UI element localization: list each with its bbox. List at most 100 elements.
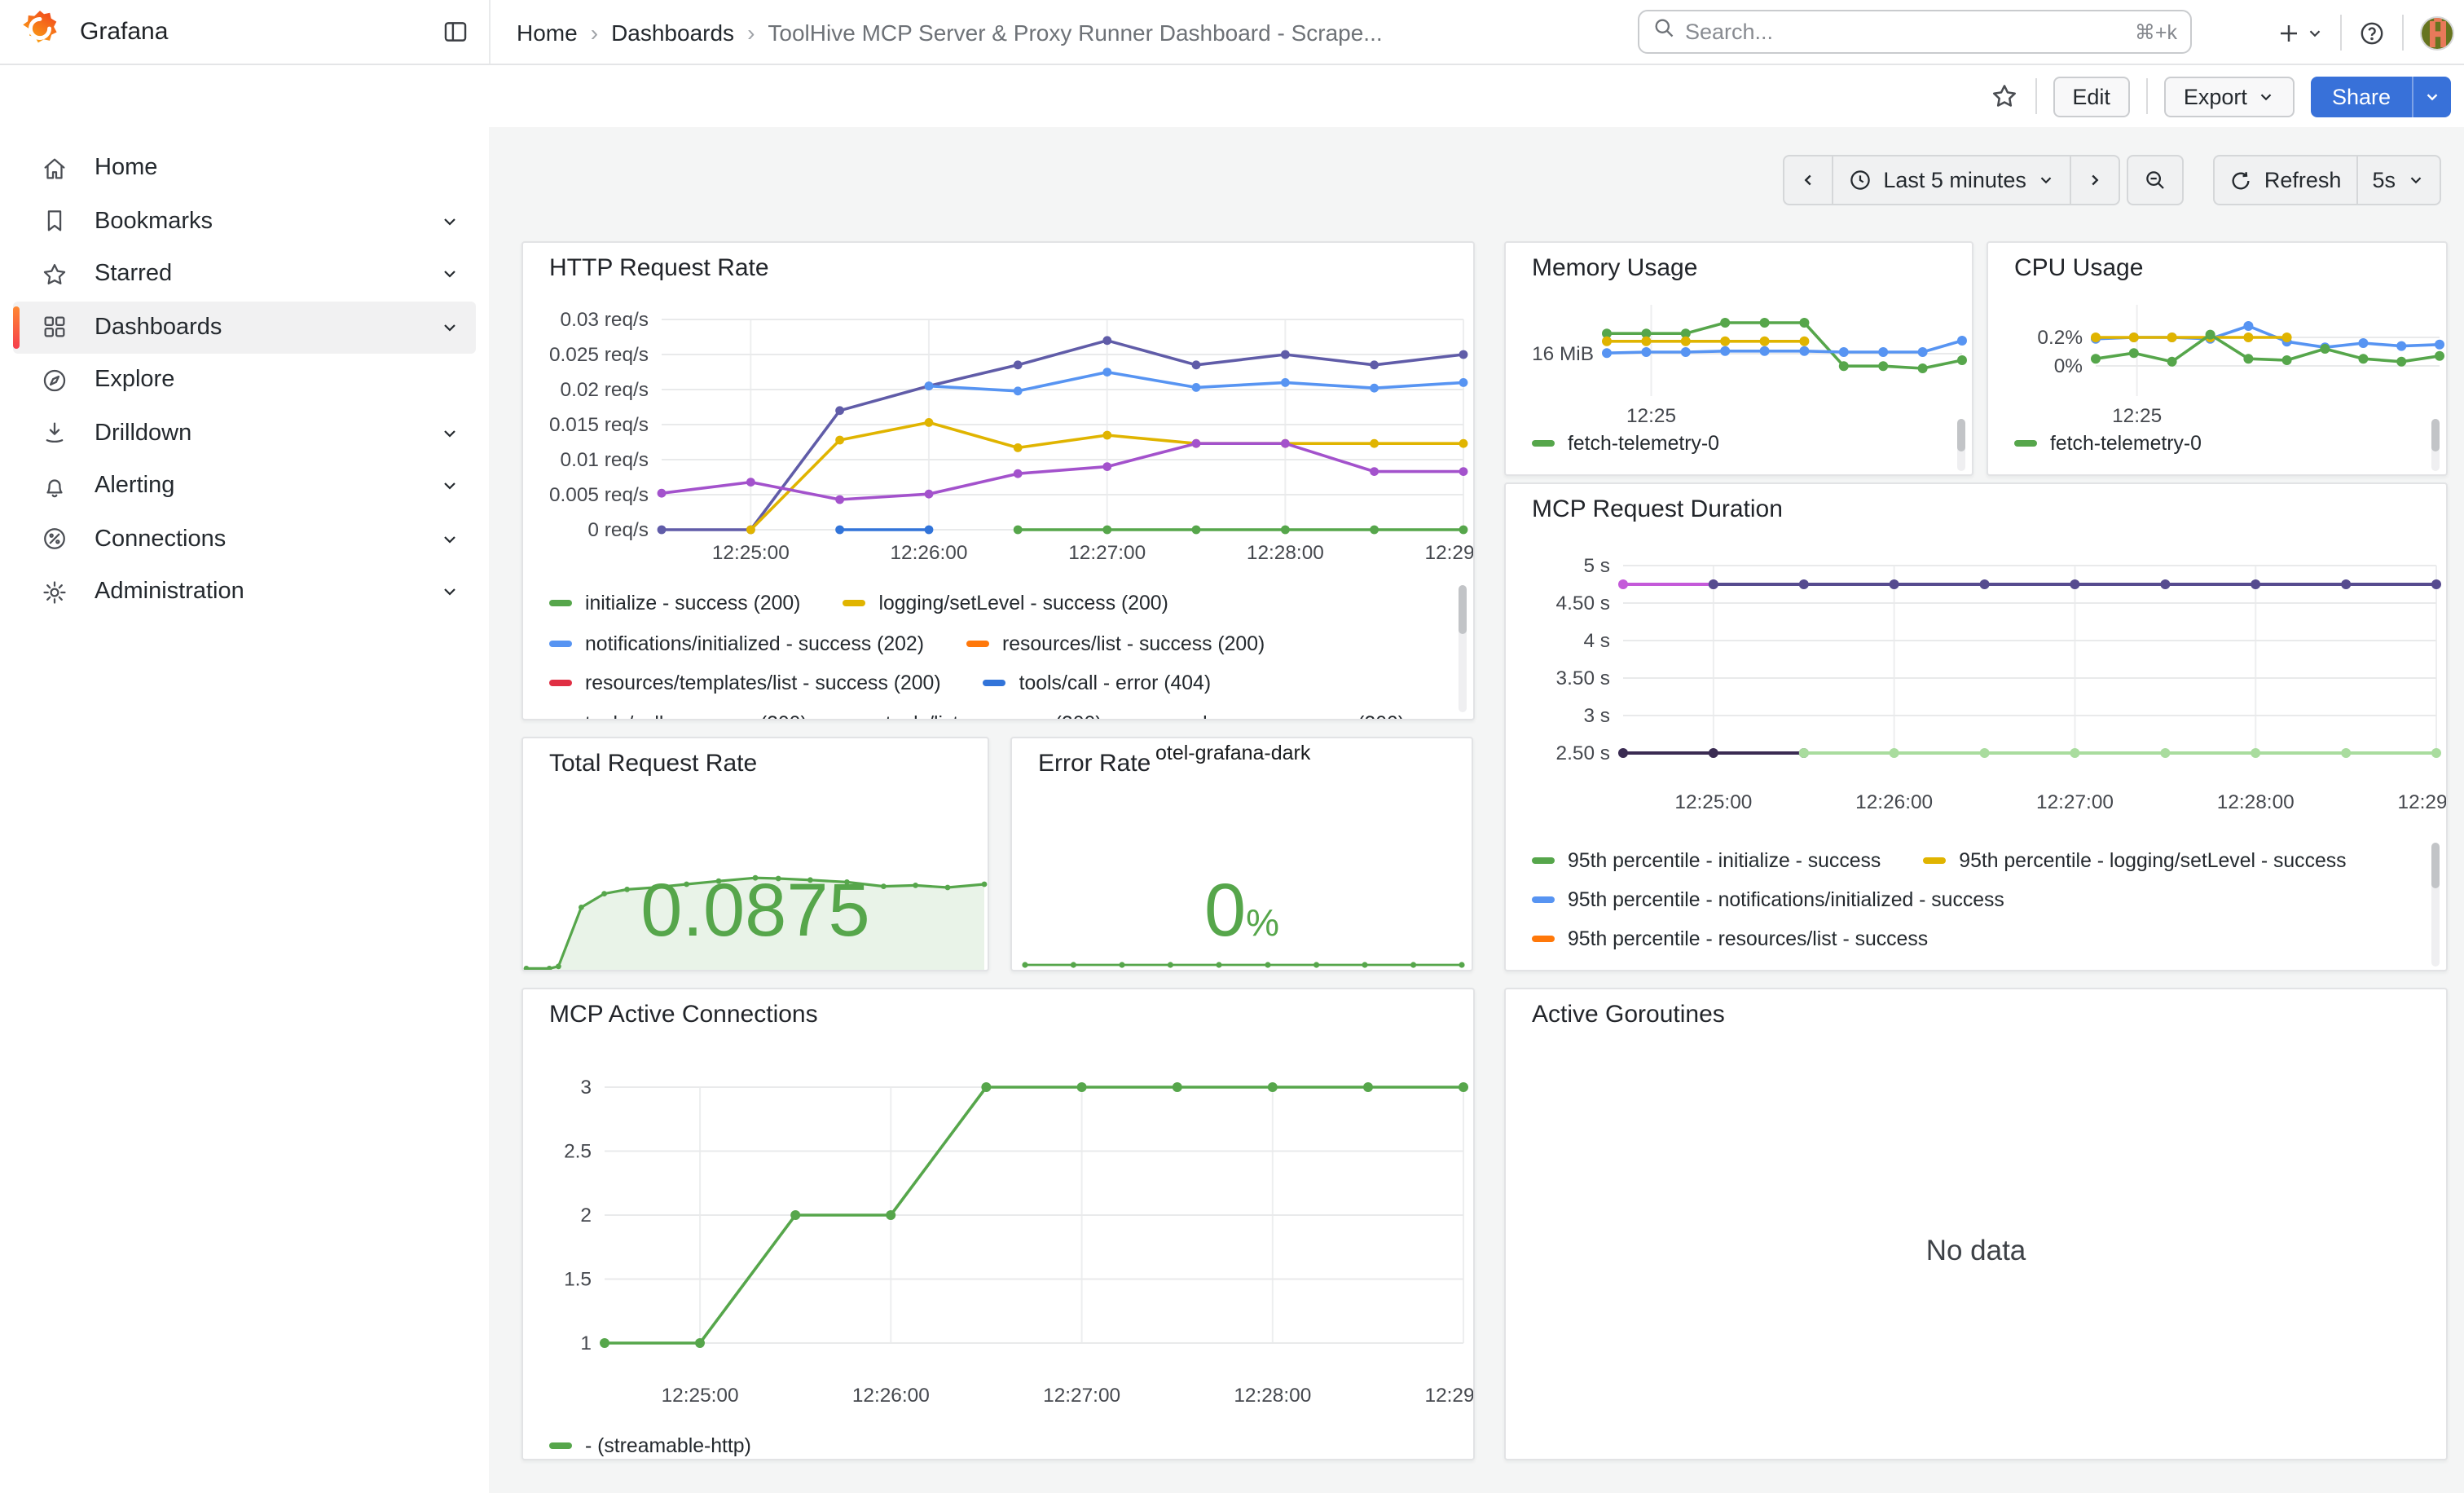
legend-item[interactable]: unknown - success (200): [1145, 711, 1406, 720]
legend-item[interactable]: resources/templates/list - success (200): [549, 672, 941, 694]
time-shift-back-button[interactable]: [1782, 155, 1833, 205]
legend-scrollbar[interactable]: [2431, 419, 2440, 451]
chevron-down-icon: [440, 424, 460, 443]
plug-icon: [39, 526, 68, 553]
legend-swatch: [549, 1442, 572, 1449]
favorite-star-icon[interactable]: [1989, 81, 2018, 111]
refresh-interval-picker[interactable]: 5s: [2356, 155, 2441, 205]
panel-title[interactable]: HTTP Request Rate: [549, 254, 769, 282]
panel-title[interactable]: Active Goroutines: [1532, 1001, 1725, 1028]
breadcrumb-separator: ›: [747, 19, 755, 45]
legend-item[interactable]: tools/list - success (200): [850, 711, 1102, 720]
legend-scrollbar[interactable]: [1957, 419, 1965, 451]
breadcrumb-dashboards[interactable]: Dashboards: [611, 19, 734, 45]
sidebar-item-home[interactable]: Home: [13, 142, 476, 195]
share-button[interactable]: Share: [2311, 76, 2412, 117]
mcp-active-connections-chart: 12:25:0012:26:0012:27:0012:28:0012:29:00…: [523, 989, 1475, 1460]
top-nav: Grafana Home › Dashboards › ToolHive MCP…: [0, 0, 2464, 65]
search-box[interactable]: ⌘+k: [1638, 10, 2192, 54]
svg-text:0.03 req/s: 0.03 req/s: [561, 309, 649, 331]
panel-total-request-rate: Total Request Rate 0.0875: [521, 737, 989, 971]
legend-item[interactable]: fetch-telemetry-0: [2014, 432, 2202, 455]
divider: [2402, 15, 2404, 51]
svg-text:12:27:00: 12:27:00: [1068, 542, 1146, 564]
panel-title[interactable]: CPU Usage: [2014, 254, 2143, 282]
svg-text:0.02 req/s: 0.02 req/s: [561, 379, 649, 401]
time-controls: Last 5 minutes Refresh 5s: [1782, 155, 2441, 205]
chevron-down-icon: [2306, 24, 2324, 42]
dock-sidebar-icon[interactable]: [442, 18, 469, 46]
legend-item[interactable]: tools/call - success (200): [549, 711, 807, 720]
divider: [2035, 78, 2036, 114]
legend-swatch: [983, 680, 1006, 686]
share-button-group: Share: [2311, 76, 2451, 117]
sidebar-item-administration[interactable]: Administration: [13, 566, 476, 619]
help-icon[interactable]: [2358, 19, 2386, 46]
sidebar-item-dashboards[interactable]: Dashboards: [13, 301, 476, 354]
search-input[interactable]: [1685, 20, 2125, 44]
legend-scrollbar[interactable]: [2431, 843, 2440, 888]
export-button[interactable]: Export: [2164, 76, 2295, 117]
panel-http-request-rate: HTTP Request Rate 12:25:0012:26:0012:27:…: [521, 241, 1475, 720]
no-data-message: No data: [1506, 1234, 2446, 1268]
legend-item[interactable]: 95th percentile - resources/list - succe…: [1532, 927, 1928, 950]
legend-item[interactable]: tools/call - error (404): [983, 672, 1212, 694]
svg-text:12:27:00: 12:27:00: [2036, 791, 2114, 813]
legend-label: resources/templates/list - success (200): [585, 672, 941, 694]
panel-title[interactable]: Memory Usage: [1532, 254, 1697, 282]
legend-row: 95th percentile - resources/templates/li…: [1532, 967, 2430, 971]
legend-swatch: [549, 600, 572, 606]
svg-text:12:29:00: 12:29:00: [1425, 542, 1475, 564]
grafana-app: Grafana Home › Dashboards › ToolHive MCP…: [0, 0, 2464, 1493]
avatar[interactable]: [2420, 15, 2454, 50]
panel-error-rate: Error Rate otel-grafana-dark 0%: [1010, 737, 1473, 971]
legend-row: resources/templates/list - success (200)…: [549, 672, 1457, 694]
sidebar: HomeBookmarks Starred DashboardsExploreDri…: [0, 65, 489, 1493]
legend-item[interactable]: resources/list - success (200): [966, 632, 1265, 654]
legend-item[interactable]: initialize - success (200): [549, 592, 800, 614]
time-range-group: Last 5 minutes: [1782, 155, 2121, 205]
time-shift-forward-button[interactable]: [2070, 155, 2121, 205]
svg-text:3 s: 3 s: [1583, 705, 1610, 727]
sidebar-item-connections[interactable]: Connections: [13, 513, 476, 566]
edit-button[interactable]: Edit: [2053, 76, 2130, 117]
time-range-picker[interactable]: Last 5 minutes: [1831, 155, 2072, 205]
legend-item[interactable]: 95th percentile - logging/setLevel - suc…: [1923, 849, 2346, 872]
sidebar-item-starred[interactable]: Starred: [13, 248, 476, 301]
search-shortcut: ⌘+k: [2135, 20, 2177, 44]
sidebar-item-label: Starred: [95, 262, 172, 288]
legend-item[interactable]: - (streamable-http): [549, 1434, 751, 1457]
legend-item[interactable]: logging/setLevel - success (200): [843, 592, 1168, 614]
chevron-down-icon: [440, 318, 460, 337]
svg-text:16 MiB: 16 MiB: [1532, 343, 1594, 365]
chevron-down-icon: [440, 477, 460, 496]
legend-swatch: [1532, 896, 1555, 903]
zoom-out-button[interactable]: [2127, 155, 2185, 205]
legend-label: initialize - success (200): [585, 592, 800, 614]
panel-title[interactable]: MCP Active Connections: [549, 1001, 818, 1028]
panel-title[interactable]: MCP Request Duration: [1532, 495, 1783, 523]
share-menu-button[interactable]: [2412, 76, 2451, 117]
panel-title[interactable]: Error Rate: [1038, 750, 1151, 777]
panel-mcp-active-connections: MCP Active Connections 12:25:0012:26:001…: [521, 988, 1475, 1460]
legend-item[interactable]: fetch-telemetry-0: [1532, 432, 1719, 455]
legend-item[interactable]: 95th percentile - notifications/initiali…: [1532, 888, 2004, 911]
legend-scrollbar[interactable]: [1459, 585, 1467, 634]
svg-text:3: 3: [580, 1077, 592, 1099]
legend-item[interactable]: 95th percentile - resources/templates/li…: [1532, 967, 2021, 971]
grafana-logo-icon[interactable]: [20, 7, 60, 56]
clock-icon: [1847, 168, 1872, 192]
legend-swatch: [1923, 857, 1946, 864]
panel-title[interactable]: Total Request Rate: [549, 750, 757, 777]
legend-row: tools/call - success (200) tools/list - s…: [549, 711, 1457, 720]
sidebar-item-drilldown[interactable]: Drilldown: [13, 407, 476, 460]
add-new-button[interactable]: [2277, 20, 2324, 45]
sidebar-item-alerting[interactable]: Alerting: [13, 460, 476, 513]
svg-text:0.01 req/s: 0.01 req/s: [561, 449, 649, 471]
sidebar-item-explore[interactable]: Explore: [13, 354, 476, 407]
legend-item[interactable]: 95th percentile - initialize - success: [1532, 849, 1881, 872]
refresh-button[interactable]: Refresh: [2214, 155, 2358, 205]
breadcrumb-home[interactable]: Home: [517, 19, 578, 45]
sidebar-item-bookmarks[interactable]: Bookmarks: [13, 195, 476, 248]
legend-item[interactable]: notifications/initialized - success (202…: [549, 632, 924, 654]
